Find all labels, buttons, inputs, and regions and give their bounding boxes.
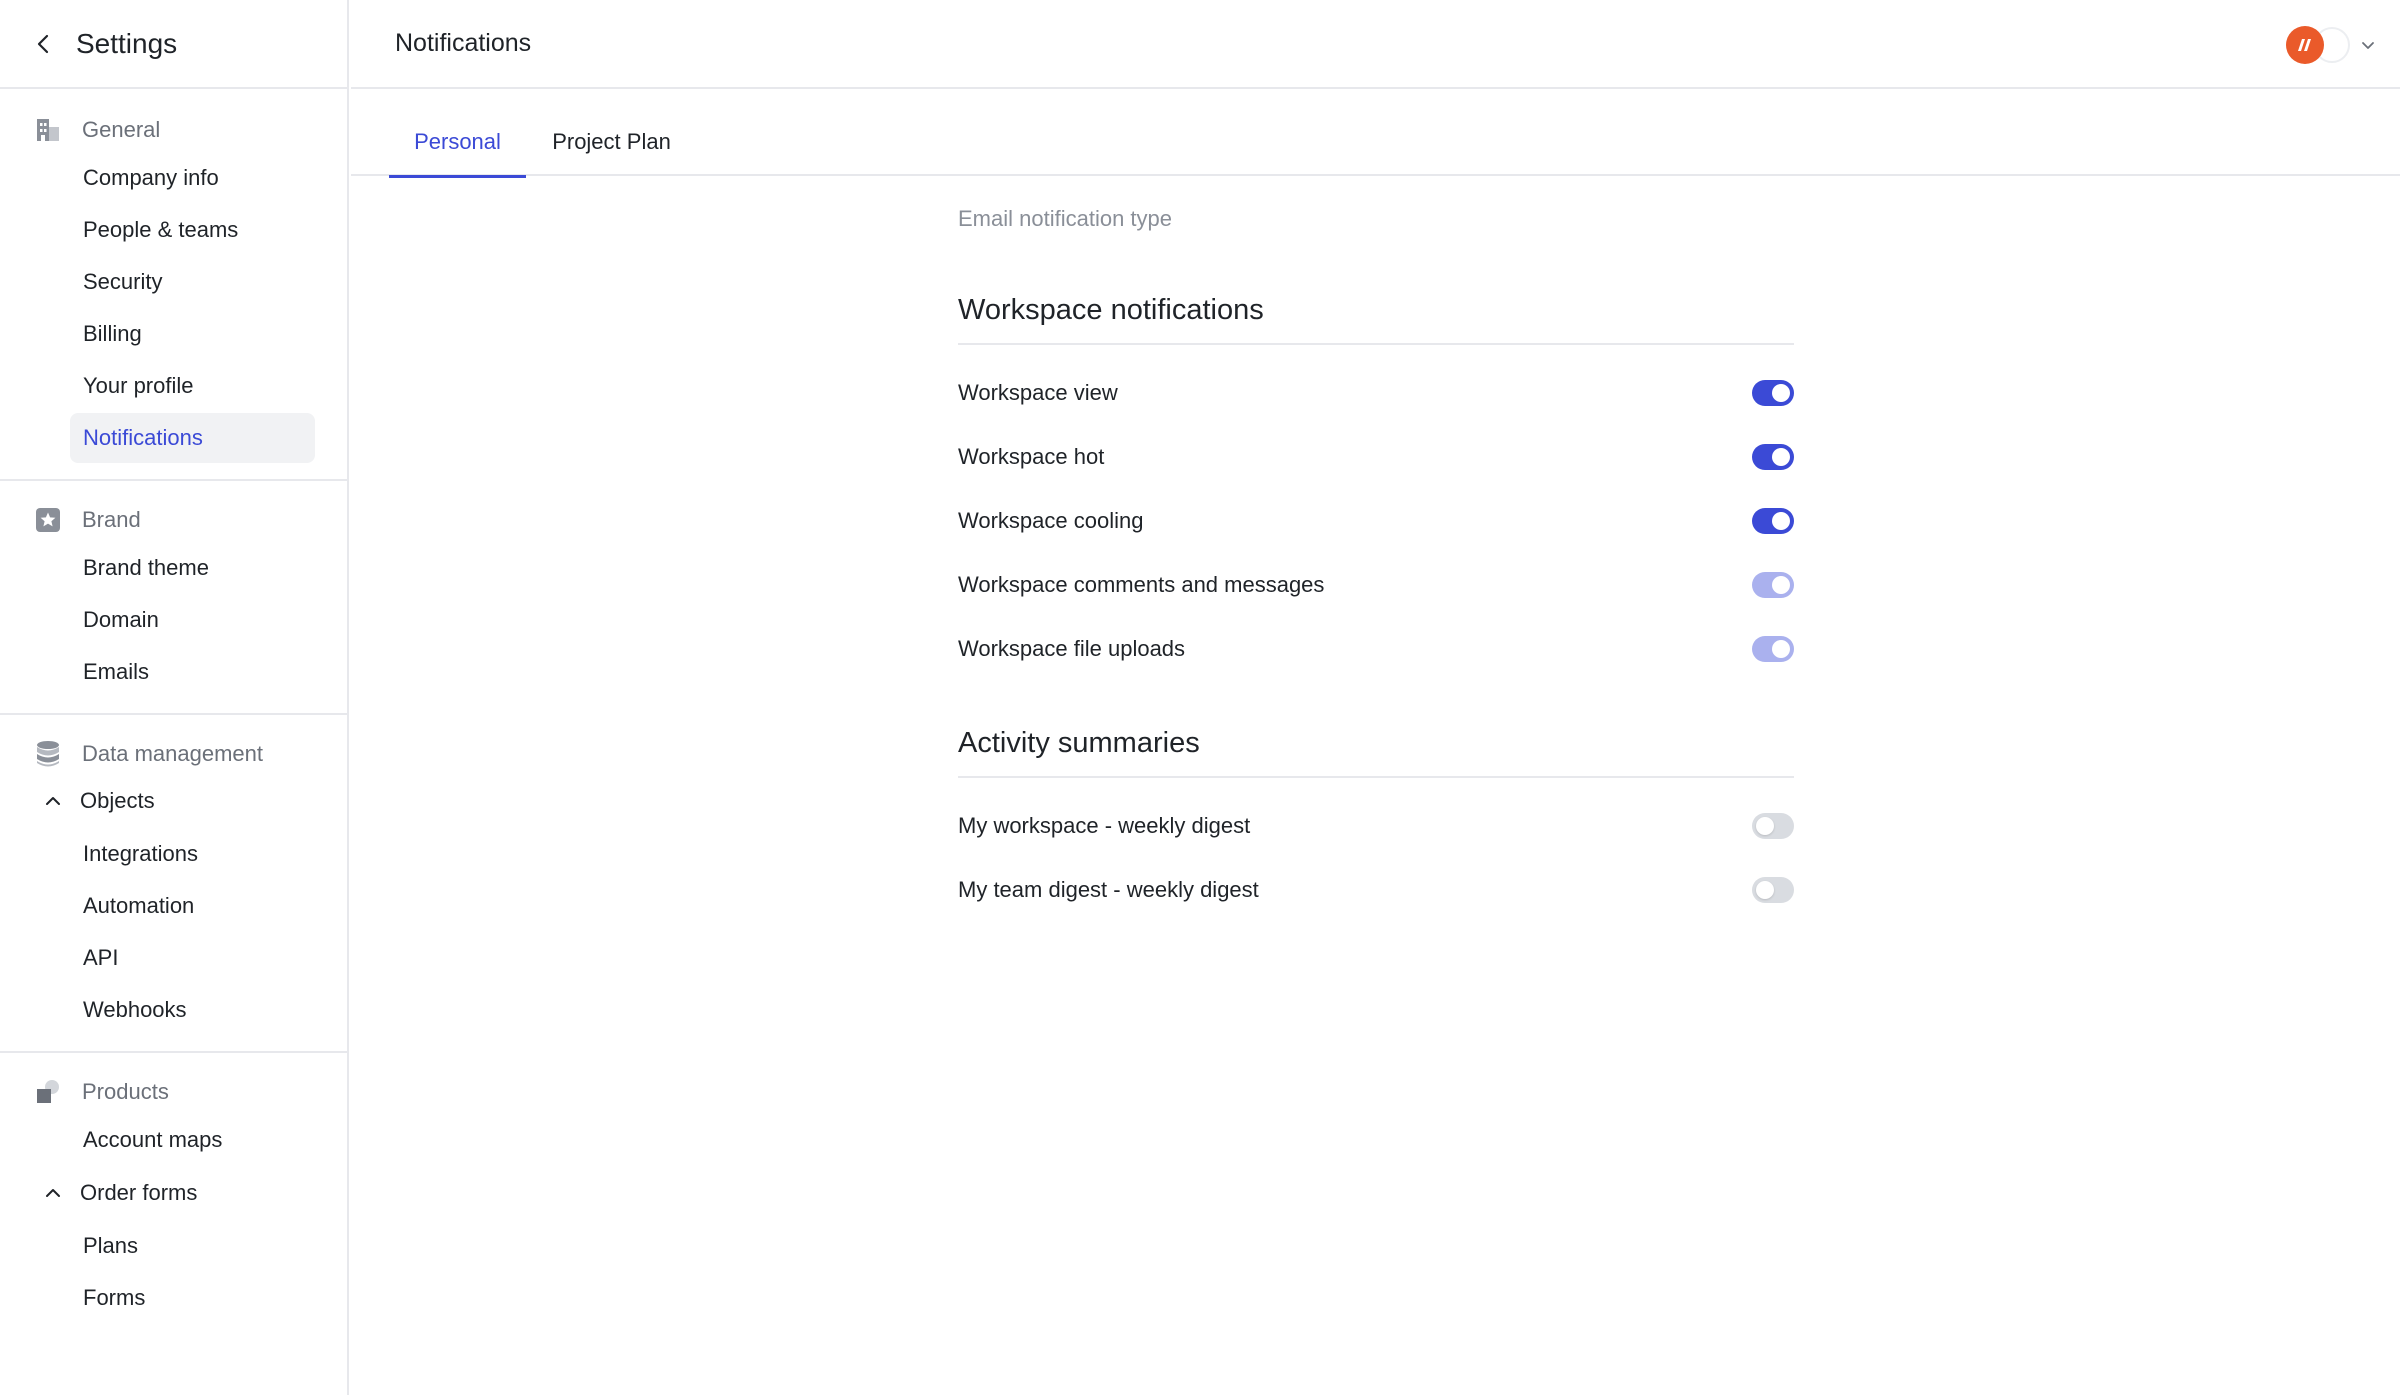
section-header-general: General xyxy=(0,109,347,151)
sidebar-section-general: General Company info People & teams Secu… xyxy=(0,89,347,481)
setting-label: Workspace comments and messages xyxy=(958,572,1325,597)
setting-label: Workspace hot xyxy=(958,444,1105,469)
toggle-knob xyxy=(1772,384,1790,402)
activity-summaries-heading: Activity summaries xyxy=(958,727,1794,778)
sidebar-header: Settings xyxy=(0,0,347,89)
settings-sidebar: Settings General Company info People & t… xyxy=(0,0,349,1395)
setting-row-my-workspace-weekly-digest: My workspace - weekly digest xyxy=(958,794,1794,858)
toggle-knob xyxy=(1772,640,1790,658)
sidebar-item-security[interactable]: Security xyxy=(70,257,315,307)
toggle-switch[interactable] xyxy=(1752,508,1794,534)
chevron-up-icon xyxy=(42,790,64,812)
toggle-knob xyxy=(1772,512,1790,530)
back-arrow-icon[interactable] xyxy=(30,30,58,58)
toggle-knob xyxy=(1756,881,1774,899)
setting-label: Workspace file uploads xyxy=(958,636,1186,661)
sidebar-section-brand: Brand Brand theme Domain Emails xyxy=(0,481,347,715)
sidebar-group-objects[interactable]: Objects xyxy=(0,775,347,827)
sidebar-item-integrations[interactable]: Integrations xyxy=(70,829,315,879)
workspace-notifications-heading: Workspace notifications xyxy=(958,294,1794,345)
section-label-brand: Brand xyxy=(82,507,141,532)
sidebar-item-account-maps[interactable]: Account maps xyxy=(70,1115,315,1165)
star-badge-icon xyxy=(34,506,62,534)
toggle-switch[interactable] xyxy=(1752,813,1794,839)
email-notification-type-label: Email notification type xyxy=(958,206,1172,231)
sidebar-item-people-teams[interactable]: People & teams xyxy=(70,205,315,255)
toggle-knob xyxy=(1772,448,1790,466)
sidebar-item-automation[interactable]: Automation xyxy=(70,881,315,931)
sidebar-title: Settings xyxy=(76,27,178,59)
sidebar-item-billing[interactable]: Billing xyxy=(70,309,315,359)
sidebar-group-label: Objects xyxy=(80,788,155,813)
toggle-knob xyxy=(1756,817,1774,835)
sidebar-item-webhooks[interactable]: Webhooks xyxy=(70,985,315,1035)
sidebar-section-products: Products Account maps Order forms Plans … xyxy=(0,1053,347,1339)
section-header-data-management: Data management xyxy=(0,733,347,775)
account-switcher[interactable] xyxy=(2286,26,2378,64)
database-icon xyxy=(34,740,62,768)
section-label-general: General xyxy=(82,117,161,142)
tab-project-plan[interactable]: Project Plan xyxy=(549,129,674,176)
section-label-data-management: Data management xyxy=(82,741,263,766)
sidebar-item-api[interactable]: API xyxy=(70,933,315,983)
setting-label: My workspace - weekly digest xyxy=(958,813,1251,838)
workspace-notifications-list: Workspace view Workspace hot Workspace coo… xyxy=(958,345,1794,681)
toggle-switch[interactable] xyxy=(1752,572,1794,598)
setting-label: Workspace cooling xyxy=(958,508,1144,533)
sidebar-item-company-info[interactable]: Company info xyxy=(70,153,315,203)
tab-personal[interactable]: Personal xyxy=(389,129,526,178)
sidebar-item-emails[interactable]: Emails xyxy=(70,647,315,697)
top-bar: Notifications xyxy=(351,0,2400,89)
setting-row-my-team-digest-weekly-digest: My team digest - weekly digest xyxy=(958,858,1794,922)
toggle-knob xyxy=(1772,576,1790,594)
sidebar-item-notifications[interactable]: Notifications xyxy=(70,413,315,463)
setting-row-workspace-view: Workspace view xyxy=(958,361,1794,425)
sidebar-item-your-profile[interactable]: Your profile xyxy=(70,361,315,411)
building-icon xyxy=(34,116,62,144)
box-icon xyxy=(34,1078,62,1106)
page-title: Notifications xyxy=(395,29,532,57)
chevron-up-icon xyxy=(42,1182,64,1204)
section-label-products: Products xyxy=(82,1079,169,1104)
tab-bar: Personal Project Plan xyxy=(351,89,2400,178)
setting-row-workspace-hot: Workspace hot xyxy=(958,425,1794,489)
toggle-switch[interactable] xyxy=(1752,636,1794,662)
sidebar-item-forms[interactable]: Forms xyxy=(70,1273,315,1323)
toggle-switch[interactable] xyxy=(1752,877,1794,903)
setting-label: Workspace view xyxy=(958,380,1118,405)
sidebar-item-domain[interactable]: Domain xyxy=(70,595,315,645)
section-header-brand: Brand xyxy=(0,499,347,541)
activity-summaries-list: My workspace - weekly digest My team dige… xyxy=(958,778,1794,922)
sidebar-item-plans[interactable]: Plans xyxy=(70,1221,315,1271)
section-header-products: Products xyxy=(0,1071,347,1113)
setting-label: My team digest - weekly digest xyxy=(958,877,1259,902)
toggle-switch[interactable] xyxy=(1752,380,1794,406)
sidebar-item-brand-theme[interactable]: Brand theme xyxy=(70,543,315,593)
chevron-down-icon xyxy=(2358,35,2378,55)
company-logo-icon xyxy=(2286,26,2324,64)
setting-row-workspace-cooling: Workspace cooling xyxy=(958,489,1794,553)
setting-row-workspace-file-uploads: Workspace file uploads xyxy=(958,617,1794,681)
setting-row-workspace-comments-and-messages: Workspace comments and messages xyxy=(958,553,1794,617)
sidebar-group-label: Order forms xyxy=(80,1180,198,1205)
sidebar-section-data-management: Data management Objects Integrations Aut… xyxy=(0,715,347,1053)
toggle-switch[interactable] xyxy=(1752,444,1794,470)
notifications-settings: Email notification type Workspace notifi… xyxy=(958,176,1794,922)
sidebar-group-order-forms[interactable]: Order forms xyxy=(0,1167,347,1219)
